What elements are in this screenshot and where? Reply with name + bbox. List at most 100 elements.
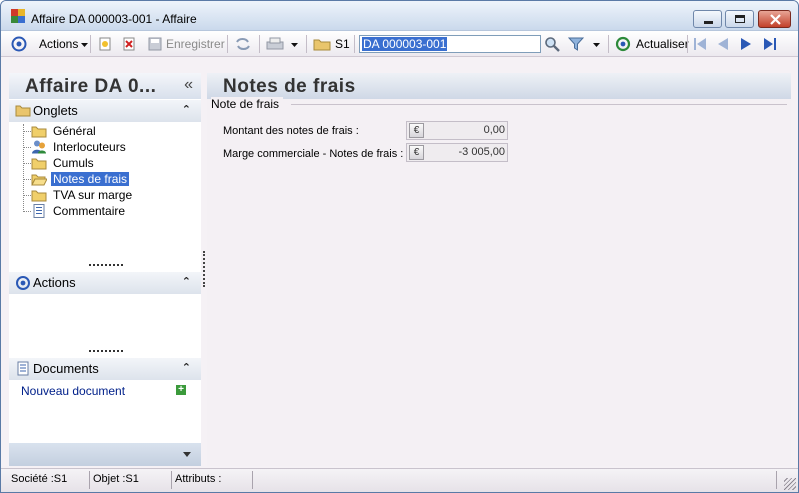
main-panel: Notes de frais Note de frais Montant des… [207,73,791,466]
maximize-icon [735,15,745,23]
commercial-margin-field[interactable]: € -3 005,00 [406,143,508,162]
collapse-panel-button[interactable]: « [184,76,193,94]
status-bar: Société :S1 Objet :S1 Attributs : [1,468,798,492]
close-button[interactable] [758,10,791,28]
refresh-button[interactable]: Actualiser [615,35,689,53]
status-object: Objet :S1 [91,471,172,489]
new-button[interactable] [97,35,113,53]
currency-euro-icon[interactable]: € [409,145,424,160]
actions-section-header[interactable]: Actions ⌃ [9,272,201,294]
tab-commentaire[interactable]: Commentaire [31,203,127,218]
documents-section-header[interactable]: Documents ⌃ [9,358,201,380]
collapse-chevron-icon[interactable]: ⌃ [182,275,191,288]
maximize-button[interactable] [725,10,754,28]
left-panel-footer[interactable] [9,443,201,466]
previous-record-button[interactable] [715,35,731,53]
folder-icon [31,158,47,169]
title-bar[interactable]: Affaire DA 000003-001 - Affaire [1,1,798,31]
tab-label: TVA sur marge [53,187,133,202]
app-icon [11,9,25,23]
chevron-down-icon [593,42,600,47]
save-label: Enregistrer [166,37,225,51]
expense-total-field[interactable]: € 0,00 [406,121,508,140]
tabs-section-header[interactable]: Onglets ⌃ [9,100,201,122]
search-icon [545,37,560,52]
last-record-button[interactable] [762,35,778,53]
search-input[interactable]: DA 000003-001 [359,35,541,53]
left-panel-header: Affaire DA 0... « [9,73,201,99]
tabs-section-label: Onglets [33,103,78,118]
main-panel-header: Notes de frais [207,73,791,99]
sync-icon [236,38,250,50]
first-record-button[interactable] [692,35,708,53]
first-record-icon [694,38,706,50]
actions-menu-button[interactable]: Actions [39,35,89,53]
expense-total-value: 0,00 [483,124,505,136]
tab-label: Notes de frais [51,171,130,186]
last-record-icon [764,38,776,50]
section-resize-grip[interactable] [89,350,123,352]
collapse-chevron-icon[interactable]: ⌃ [182,103,191,116]
left-panel: Affaire DA 0... « Onglets ⌃ Général Inte… [9,73,201,466]
status-message [254,471,777,489]
filter-dropdown-button[interactable] [592,35,601,53]
minimize-icon [704,21,713,24]
close-icon [770,14,781,25]
actions-menu-icon-button[interactable] [11,35,27,53]
actions-section-label: Actions [33,275,76,290]
save-icon [148,37,162,51]
status-attributes: Attributs : [173,471,253,489]
status-society: Société :S1 [9,471,90,489]
group-divider [291,104,787,105]
tab-label: Commentaire [53,203,126,218]
tree-connector [23,211,31,212]
expense-total-label: Montant des notes de frais : [223,125,359,137]
tree-connector [23,131,31,132]
left-panel-title: Affaire DA 0... [25,76,157,97]
toolbar-separator [687,35,688,53]
section-resize-grip[interactable] [89,264,123,266]
new-document-link[interactable]: Nouveau document [21,384,125,398]
tree-connector [23,195,31,196]
print-button[interactable] [265,35,285,53]
sync-button[interactable] [234,35,252,53]
search-button[interactable] [544,35,560,53]
tab-tva-sur-marge[interactable]: TVA sur marge [31,187,134,202]
filter-button[interactable] [568,35,584,53]
document-icon [33,203,45,218]
tab-cumuls[interactable]: Cumuls [31,155,96,170]
folder-open-icon [31,174,47,185]
tree-connector [23,179,31,180]
panel-splitter[interactable] [203,251,205,287]
tab-label: Général [53,123,96,138]
tree-connector [23,163,31,164]
next-record-button[interactable] [738,35,754,53]
minimize-button[interactable] [693,10,722,28]
tab-interlocuteurs[interactable]: Interlocuteurs [31,139,128,154]
tab-label: Interlocuteurs [53,139,126,154]
toolbar-separator [306,35,307,53]
save-button[interactable]: Enregistrer [147,35,225,53]
refresh-icon [615,36,631,52]
document-icon [17,361,29,376]
printer-icon [266,37,284,50]
print-dropdown-button[interactable] [290,35,299,53]
search-value: DA 000003-001 [362,37,448,51]
delete-button[interactable] [121,35,137,53]
tab-general[interactable]: Général [31,123,98,138]
resize-grip-icon[interactable] [784,478,796,490]
society-button[interactable]: S1 [313,35,350,53]
society-label: S1 [335,37,350,51]
people-icon [32,140,46,153]
toolbar: Actions Enregistrer S1 DA 000003-001 Act… [1,31,798,57]
window-title: Affaire DA 000003-001 - Affaire [31,12,197,26]
tab-notes-de-frais[interactable]: Notes de frais [31,171,130,186]
target-icon [11,36,27,52]
filter-icon [568,37,584,51]
currency-euro-icon[interactable]: € [409,123,424,138]
chevron-down-icon [183,452,191,457]
app-window: Affaire DA 000003-001 - Affaire Actions [0,0,799,493]
add-icon[interactable]: + [176,385,186,395]
chevron-down-icon [291,42,298,47]
collapse-chevron-icon[interactable]: ⌃ [182,361,191,374]
